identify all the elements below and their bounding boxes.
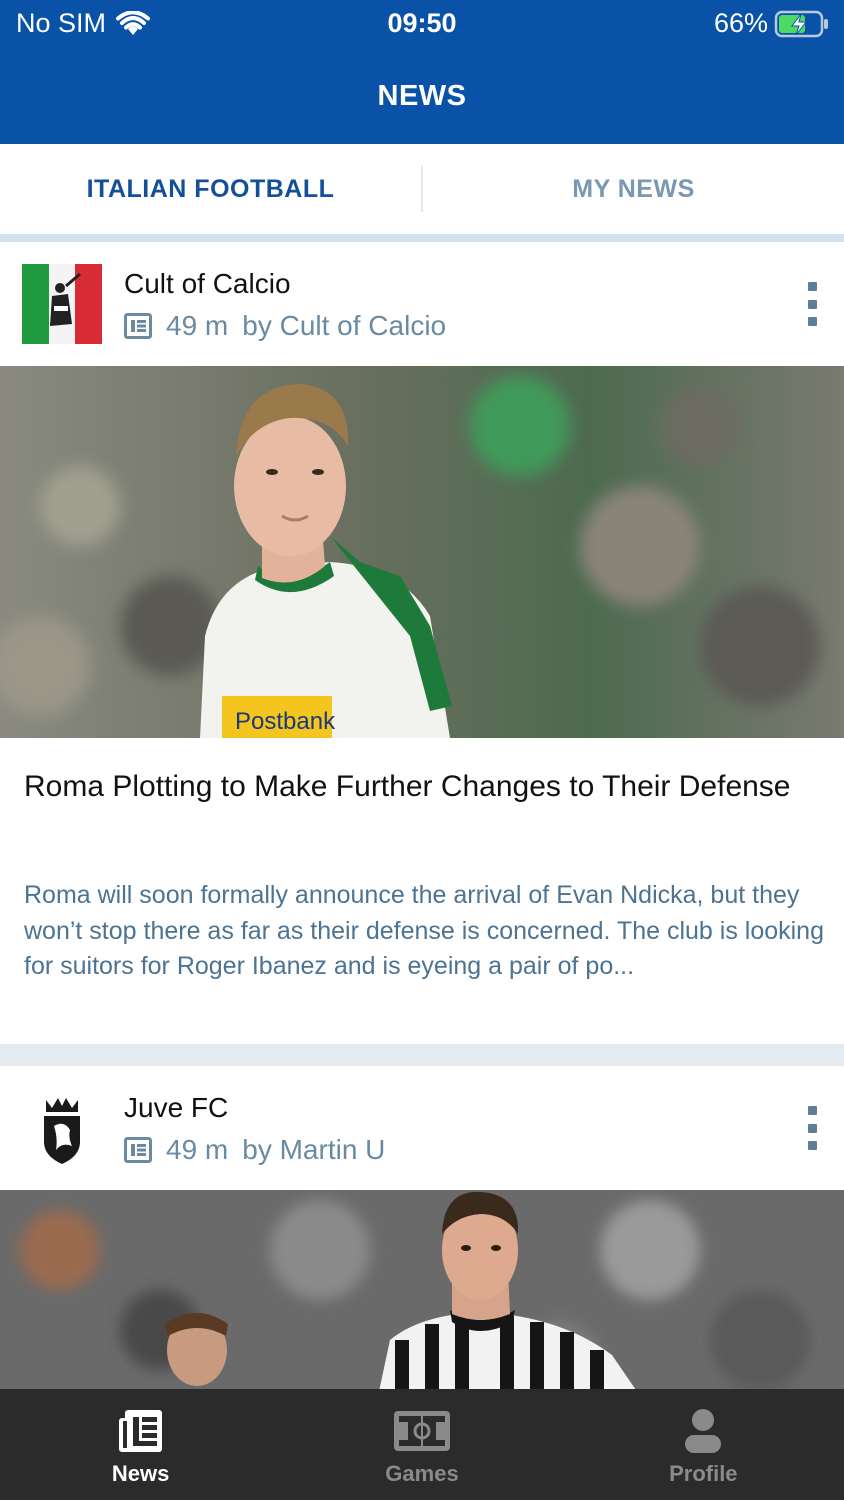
pitch-icon xyxy=(393,1411,450,1451)
article-card[interactable]: Juve FC 49 m by Martin U xyxy=(0,1066,844,1396)
article-meta: 49 m by Cult of Calcio xyxy=(124,310,446,342)
nav-profile[interactable]: Profile xyxy=(563,1389,844,1500)
nav-news-label: News xyxy=(111,1461,170,1486)
sponsor-text: Postbank xyxy=(235,708,336,735)
tab-my-news[interactable]: MY NEWS xyxy=(423,144,844,234)
app-header: No SIM 09:50 66% NEWS xyxy=(0,0,844,144)
more-options-button[interactable] xyxy=(802,282,822,326)
article-header: Juve FC 49 m by Martin U xyxy=(0,1066,844,1190)
nav-news[interactable]: News xyxy=(0,1389,281,1500)
article-age: 49 m xyxy=(166,310,229,341)
tab-italian-football[interactable]: ITALIAN FOOTBALL xyxy=(0,144,421,234)
article-header: Cult of Calcio 49 m by Cult of Calcio xyxy=(0,242,844,366)
status-bar: No SIM 09:50 66% xyxy=(0,0,844,48)
more-dot xyxy=(807,1106,817,1115)
nav-games-label: Games xyxy=(385,1461,459,1486)
news-screen: No SIM 09:50 66% NEWS ITALIAN FOOTBALL M… xyxy=(0,0,844,1500)
juve-fc-logo xyxy=(22,1088,102,1168)
cult-of-calcio-logo xyxy=(22,264,102,344)
article-icon xyxy=(124,1137,152,1163)
article-photo xyxy=(0,1190,844,1396)
article-card[interactable]: Cult of Calcio 49 m by Cult of Calcio Po… xyxy=(0,242,844,1044)
article-icon xyxy=(124,313,152,339)
more-options-button[interactable] xyxy=(802,1106,822,1150)
article-age: 49 m xyxy=(166,1134,229,1165)
article-byline: by Cult of Calcio xyxy=(242,310,447,341)
article-image[interactable] xyxy=(0,1190,844,1396)
page-title: NEWS xyxy=(377,80,467,112)
nav-games[interactable]: Games xyxy=(281,1389,562,1500)
battery-percent: 66% xyxy=(713,8,768,38)
more-dot xyxy=(807,299,817,309)
article-byline: by Martin U xyxy=(242,1134,386,1165)
more-dot xyxy=(807,1141,817,1150)
source-name[interactable]: Juve FC xyxy=(124,1092,228,1124)
news-icon xyxy=(118,1410,162,1452)
article-title[interactable]: Roma Plotting to Make Further Changes to… xyxy=(24,762,824,812)
person-icon xyxy=(685,1409,722,1453)
nav-profile-label: Profile xyxy=(669,1461,738,1486)
article-meta: 49 m by Martin U xyxy=(124,1134,385,1166)
battery-charging-icon xyxy=(774,10,828,37)
news-tabs: ITALIAN FOOTBALL MY NEWS xyxy=(0,144,844,234)
tabs-separator xyxy=(0,234,844,242)
article-photo: Postbank xyxy=(0,366,844,738)
source-name[interactable]: Cult of Calcio xyxy=(124,268,291,300)
bottom-navigation: News Games Profile xyxy=(0,1389,844,1500)
more-dot xyxy=(807,282,817,291)
more-dot xyxy=(807,317,817,326)
more-dot xyxy=(807,1123,817,1133)
article-image[interactable]: Postbank xyxy=(0,366,844,738)
battery-status: 66% xyxy=(714,8,830,39)
article-description: Roma will soon formally announce the arr… xyxy=(24,881,824,980)
